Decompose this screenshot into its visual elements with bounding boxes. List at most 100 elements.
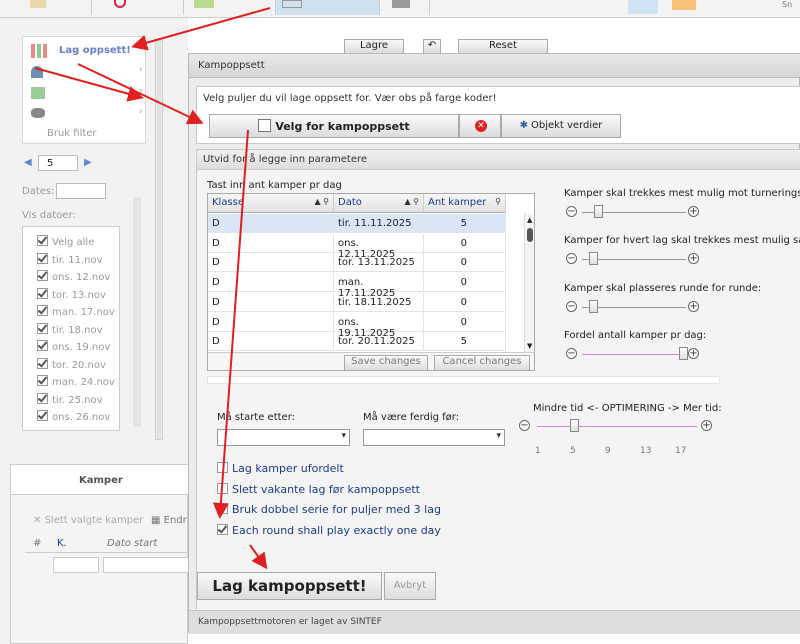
col-k[interactable]: K. [57,538,67,549]
table-row[interactable]: Dons. 19.11.2025 0 [208,312,506,339]
lagre-button[interactable]: Lagre [344,39,404,54]
checkbox-icon[interactable] [217,523,228,535]
left-scrollbar[interactable] [155,40,163,440]
cell-ant-kamper[interactable]: 0 [424,233,506,253]
ma-vaere-select[interactable] [363,429,505,446]
tab-home[interactable] [0,0,92,15]
dialog-title[interactable]: Kampoppsett [189,54,800,78]
date-item[interactable]: man. 24.nov [37,375,119,392]
optimering-thumb[interactable] [570,419,579,432]
date-item[interactable]: tor. 20.nov [37,357,119,375]
grid-scrollbar[interactable]: ▲ ▼ [524,214,534,352]
checkbox-icon[interactable] [37,357,48,369]
slett-valgte-button[interactable]: ✕ Slett valgte kamper [33,515,143,526]
objekt-verdier-button[interactable]: ✱ Objekt verdier [501,114,621,138]
tab-kamper[interactable]: Kamper [79,475,123,486]
checkbox-icon[interactable] [37,305,48,316]
checkbox-icon[interactable] [37,252,48,264]
option-checkbox[interactable]: Bruk dobbel serie for puljer med 3 lag [217,503,441,519]
checkbox-icon[interactable] [37,287,48,299]
dates-input[interactable] [56,183,106,199]
table-row[interactable]: Dtor. 13.11.2025 0 [208,253,506,273]
menu-lag-oppsett[interactable]: Lag oppsett! [31,43,141,61]
checkbox-icon[interactable] [37,392,48,404]
slider-thumb[interactable] [594,205,603,218]
table-row[interactable]: Dman. 17.11.2025 0 [208,273,506,299]
parameter-slider[interactable]: − + [566,299,706,315]
checkbox-icon[interactable] [217,482,228,494]
endre-button[interactable]: ▦ Endr [151,515,187,526]
date-item[interactable]: tor. 13.nov [37,287,119,305]
sort-filter-icon[interactable]: ▲ ⚲ [314,197,329,206]
filter-k-input[interactable] [53,557,99,573]
ma-starte-select[interactable] [217,429,350,446]
cell-ant-kamper[interactable]: 0 [424,292,506,312]
tab-alerts[interactable] [92,0,184,15]
parameter-slider[interactable]: − + [566,204,706,220]
checkbox-icon[interactable] [37,270,48,281]
minus-icon[interactable]: − [519,420,530,431]
bruk-filter-label[interactable]: Bruk filter [47,128,97,139]
option-checkbox[interactable]: Lag kamper ufordelt [217,462,344,478]
cell-ant-kamper[interactable]: 5 [424,214,506,233]
checkbox-icon[interactable] [37,410,48,421]
col-dato-start[interactable]: Dato start [107,538,157,549]
filter-dato-input[interactable] [103,557,189,573]
lag-kampoppsett-button[interactable]: Lag kampoppsett! [197,572,382,600]
search-icon[interactable] [628,0,658,14]
cell-ant-kamper[interactable]: 5 [424,332,506,352]
tab-building[interactable] [380,0,430,15]
date-item[interactable]: tir. 11.nov [37,252,119,270]
clear-selection-button[interactable]: ✕ [459,114,501,138]
scroll-up-icon[interactable]: ▲ [527,216,532,224]
cell-ant-kamper[interactable]: 0 [424,273,506,293]
col-ant-kamper[interactable]: Ant kamper ⚲ [424,194,506,213]
slider-thumb[interactable] [679,347,688,360]
date-item[interactable]: tir. 25.nov [37,392,119,410]
option-checkbox[interactable]: Each round shall play exactly one day [217,523,441,540]
avbryt-button[interactable]: Avbryt [384,572,436,600]
pager-prev-icon[interactable]: ◀ [24,157,32,168]
cancel-changes-button[interactable]: Cancel changes [434,355,530,370]
sort-filter-icon[interactable]: ▲ ⚲ [404,197,419,206]
minus-icon[interactable]: − [566,301,577,312]
slider-thumb[interactable] [589,300,598,313]
tab-grid[interactable] [184,0,276,15]
checkbox-icon[interactable] [217,503,228,514]
filter-icon[interactable]: ⚲ [495,197,501,206]
plus-icon[interactable]: + [701,420,712,431]
parameter-slider[interactable]: − + [566,346,706,362]
option-checkbox[interactable]: Slett vakante lag før kampoppsett [217,482,420,499]
table-row[interactable]: Dtir. 18.11.2025 0 [208,292,506,312]
plus-icon[interactable]: + [688,301,699,312]
date-item[interactable]: man. 17.nov [37,305,119,322]
plus-icon[interactable]: + [688,206,699,217]
velg-for-kampoppsett-button[interactable]: Velg for kampoppsett [209,114,459,138]
optimering-track[interactable] [537,426,697,427]
date-item[interactable]: tir. 18.nov [37,322,119,340]
tab-calendar[interactable] [276,0,380,15]
table-row[interactable]: Dtor. 20.11.2025 5 [208,332,506,352]
col-dato[interactable]: Dato ▲ ⚲ [334,194,424,213]
date-item[interactable]: ons. 19.nov [37,340,119,357]
date-item[interactable]: Velg alle [37,235,119,252]
date-list-scrollbar[interactable] [133,197,141,427]
pager-next-icon[interactable]: ▶ [84,157,92,168]
plus-icon[interactable]: + [688,253,699,264]
plus-icon[interactable]: + [688,348,699,359]
checkbox-icon[interactable] [37,340,48,351]
menu-item-4[interactable]: › [31,106,143,124]
minus-icon[interactable]: − [566,206,577,217]
reset-button[interactable]: Reset [458,39,548,54]
undo-icon[interactable]: ↶ [423,39,441,54]
message-icon[interactable] [672,0,696,10]
checkbox-icon[interactable] [37,375,48,386]
parameter-slider[interactable]: − + [566,251,706,267]
checkbox-icon[interactable] [37,235,48,246]
optimering-slider[interactable]: − + [519,418,719,434]
user-menu[interactable]: Sn [782,0,800,10]
date-item[interactable]: ons. 26.nov [37,410,119,427]
menu-item-3[interactable]: › [31,85,143,103]
minus-icon[interactable]: − [566,253,577,264]
cell-ant-kamper[interactable]: 0 [424,312,506,332]
